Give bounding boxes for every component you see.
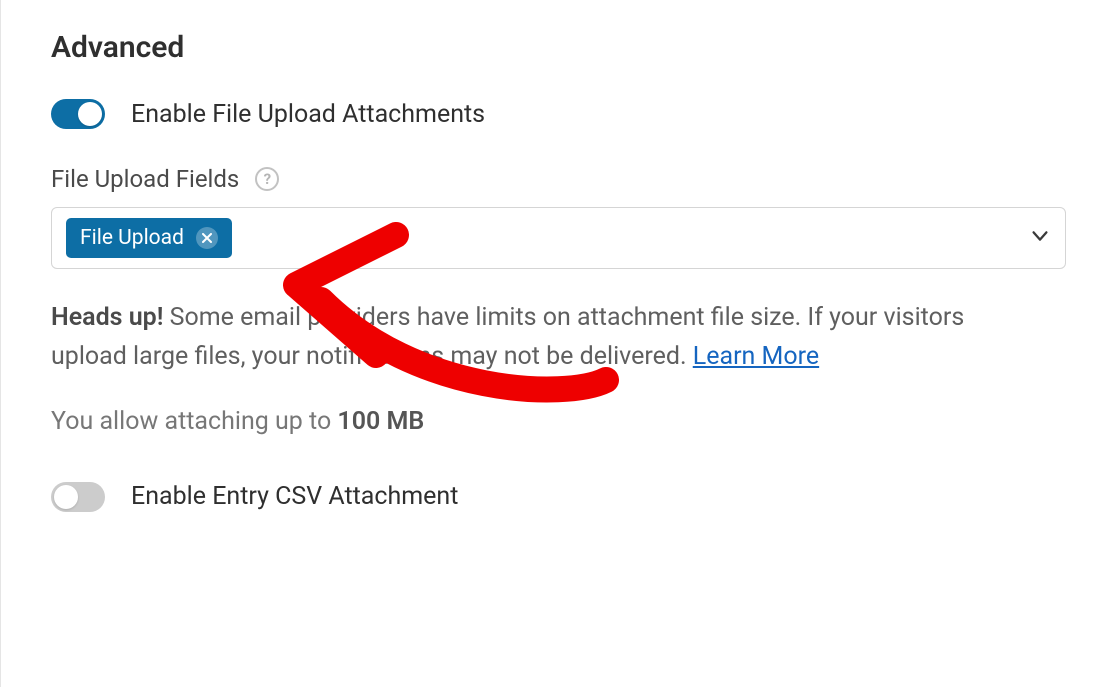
ms-tag-label: File Upload <box>80 226 184 250</box>
attach-limit-value: 100 MB <box>337 407 424 436</box>
close-icon <box>202 233 212 243</box>
file-upload-fields-label-row: File Upload Fields ? <box>51 165 1066 193</box>
toggle-knob-icon <box>78 102 102 126</box>
help-icon[interactable]: ? <box>255 167 279 191</box>
heads-up-text: Some email providers have limits on atta… <box>51 303 964 371</box>
enable-entry-csv-attachment-row: Enable Entry CSV Attachment <box>51 482 1066 512</box>
enable-file-upload-attachments-label: Enable File Upload Attachments <box>131 100 485 129</box>
learn-more-link[interactable]: Learn More <box>693 342 819 371</box>
enable-file-upload-attachments-toggle[interactable] <box>51 99 105 129</box>
multiselect-tags: File Upload <box>66 218 232 258</box>
attach-limit-text: You allow attaching up to 100 MB <box>51 407 1066 436</box>
enable-entry-csv-attachment-label: Enable Entry CSV Attachment <box>131 482 458 511</box>
attach-limit-prefix: You allow attaching up to <box>51 407 337 436</box>
file-upload-fields-label: File Upload Fields <box>51 165 239 193</box>
ms-tag-remove-button[interactable] <box>196 227 218 249</box>
toggle-knob-icon <box>54 485 78 509</box>
enable-entry-csv-attachment-toggle[interactable] <box>51 482 105 512</box>
heads-up-note: Heads up! Some email providers have limi… <box>51 299 1031 377</box>
heads-up-prefix: Heads up! <box>51 303 163 332</box>
section-heading: Advanced <box>51 30 1066 65</box>
ms-tag-file-upload: File Upload <box>66 218 232 258</box>
enable-file-upload-attachments-row: Enable File Upload Attachments <box>51 99 1066 129</box>
chevron-down-icon <box>1029 225 1051 251</box>
file-upload-fields-select[interactable]: File Upload <box>51 207 1066 269</box>
